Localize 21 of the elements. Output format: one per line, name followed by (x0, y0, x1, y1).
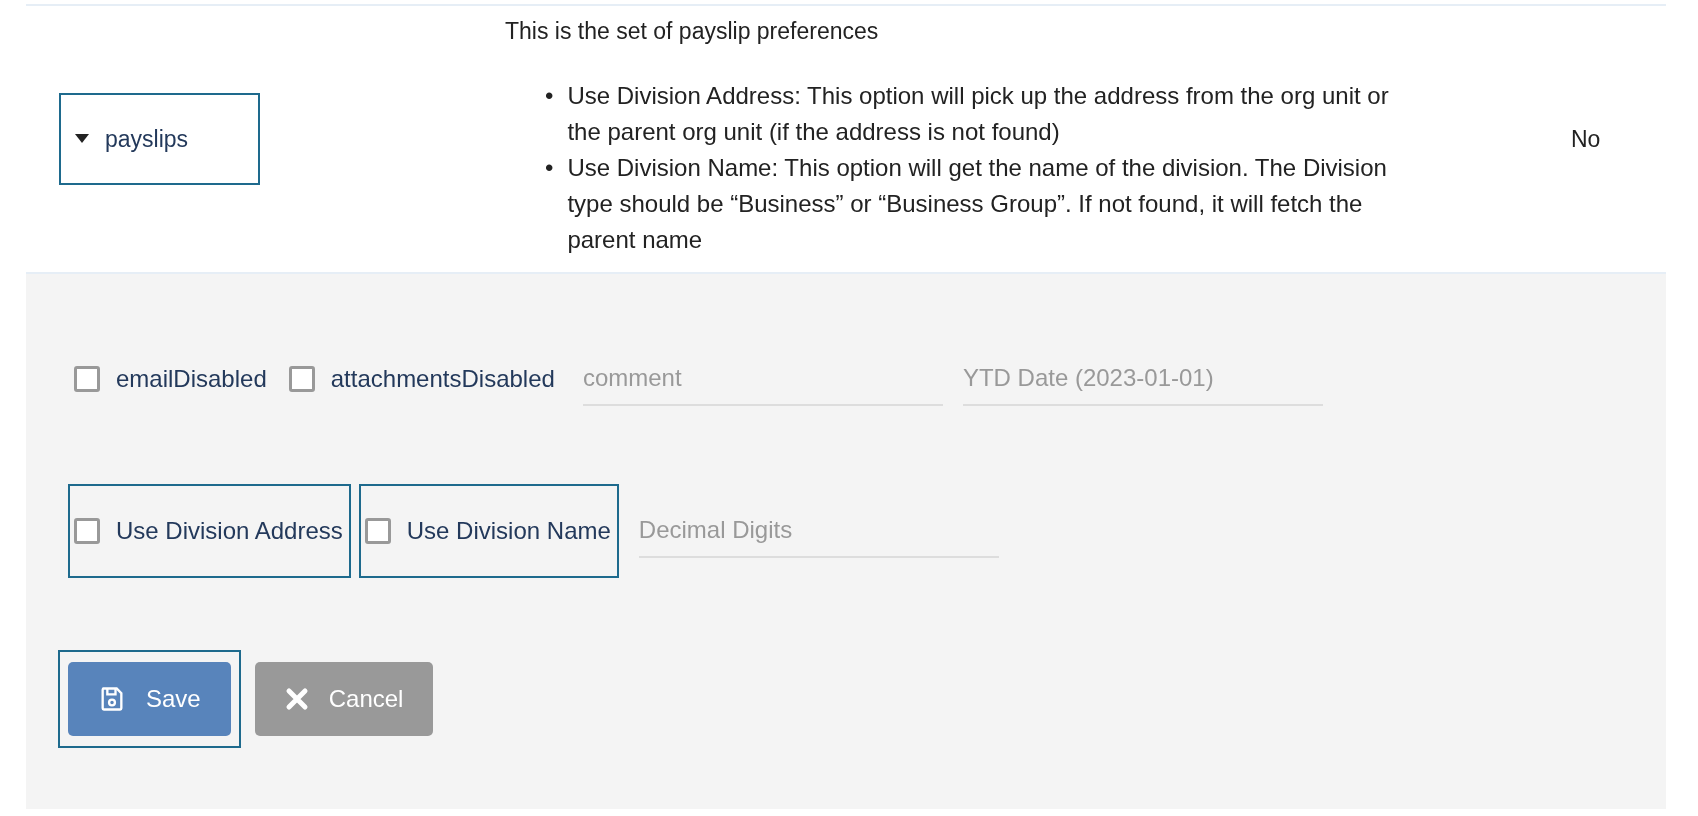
save-button[interactable]: Save (68, 662, 231, 736)
input-field[interactable]: Decimal Digits (638, 504, 999, 558)
preference-value: No (1570, 125, 1601, 153)
bullet-marker: • (545, 81, 554, 111)
close-icon (284, 687, 309, 711)
caret-icon (75, 134, 89, 144)
description-bullet: Use Division Address: This option will pick up the address from the org unit or the parent org unit (if the address is not found) (567, 81, 1390, 147)
description-text: This is the set of payslip preferences (505, 17, 880, 46)
checkbox-option[interactable]: Use Division Address (68, 484, 351, 578)
bullet-marker: • (545, 153, 554, 183)
checkbox[interactable] (74, 366, 100, 392)
checkbox-option[interactable]: emailDisabled (68, 332, 275, 426)
checkbox-option[interactable]: Use Division Name (358, 484, 619, 578)
input-field[interactable]: comment (582, 352, 943, 406)
checkbox[interactable] (364, 518, 391, 544)
input-field[interactable]: YTD Date (2023-01-01) (962, 352, 1323, 406)
checkbox[interactable] (288, 366, 315, 392)
description-bullet: Use Division Name: This option will get the name of the division. The Division type should be “Business” or “Business Group”. If not found, it will fetch the parent name (567, 153, 1388, 255)
checkbox-option[interactable]: attachmentsDisabled (282, 332, 563, 426)
payslips-toggle[interactable]: payslips (59, 93, 260, 185)
checkbox[interactable] (74, 518, 100, 544)
